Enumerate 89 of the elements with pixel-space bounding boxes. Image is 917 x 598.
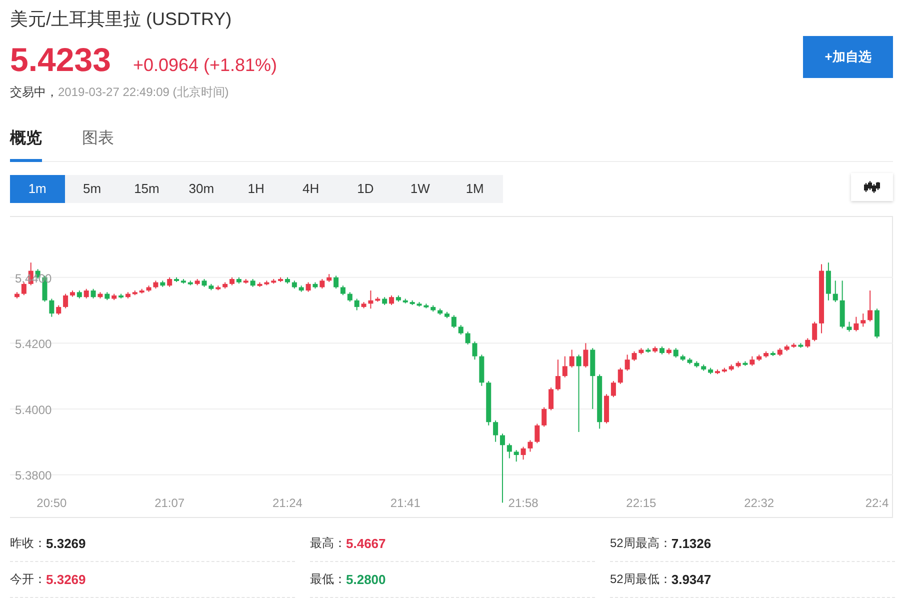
candlestick [21, 282, 26, 296]
candlestick [320, 278, 325, 290]
pair-title: 美元/土耳其里拉 (USDTRY) [10, 8, 233, 31]
stat-label: 今开： [10, 571, 46, 588]
price-change: +0.0964 (+1.81%) [132, 55, 278, 76]
candlestick [520, 446, 526, 460]
candlestick [624, 354, 630, 372]
candlestick [868, 290, 873, 322]
candlestick [334, 275, 339, 290]
candlestick [826, 262, 831, 301]
x-axis-label: 22:15 [626, 496, 656, 510]
candlestick [389, 294, 394, 306]
x-axis-label: 21:07 [154, 496, 185, 510]
candlestick [854, 316, 859, 332]
x-axis-label: 22:4 [865, 496, 889, 510]
candlestick [458, 324, 464, 336]
candlestick [84, 288, 89, 299]
candlestick [860, 313, 866, 328]
candlestick [167, 276, 172, 288]
x-axis-label: 20:50 [36, 496, 67, 510]
x-axis-label: 21:41 [390, 496, 420, 510]
stat-value: 7.1326 [671, 536, 712, 551]
candlestick [340, 285, 346, 296]
candlestick [569, 349, 574, 368]
candlestick-icon [864, 181, 880, 193]
candlestick [618, 367, 623, 384]
x-axis-label: 21:24 [272, 496, 302, 510]
y-axis-label: 5.3800 [15, 468, 52, 483]
candlestick [63, 293, 68, 309]
period-tab[interactable]: 30m [174, 175, 229, 203]
period-tab[interactable]: 15m [119, 175, 174, 203]
candlestick [805, 338, 810, 348]
add-watchlist-button[interactable]: +加自选 [803, 36, 893, 78]
candlestick [542, 406, 547, 428]
price: 5.4233 [10, 42, 111, 78]
candlestick [750, 356, 755, 366]
stat-label: 最高： [310, 535, 346, 552]
candlestick [493, 420, 498, 442]
period-tab[interactable]: 1W [392, 175, 448, 203]
candlestick [56, 304, 62, 316]
candlestick [632, 350, 637, 362]
period-tab[interactable]: 1D [338, 175, 393, 203]
candlestick [576, 354, 582, 432]
stat-value: 3.9347 [671, 572, 712, 587]
candlestick [846, 321, 852, 332]
candlestick [514, 450, 519, 462]
candlestick [528, 440, 533, 452]
candlestick [500, 433, 505, 504]
period-tab[interactable]: 1H [228, 175, 284, 203]
candlestick [368, 290, 374, 310]
tab[interactable]: 概览 [10, 128, 42, 162]
candlestick [472, 341, 478, 360]
candlestick [548, 387, 554, 411]
tab[interactable]: 图表 [82, 128, 114, 162]
candlestick [583, 342, 588, 368]
stat-value: 5.4667 [346, 536, 386, 551]
stat-label: 52周最低： [610, 571, 672, 588]
candlestick [562, 356, 568, 378]
period-tab[interactable]: 5m [64, 175, 120, 203]
candlestick [506, 442, 512, 459]
trading-status: 交易中， [10, 85, 58, 99]
candlestick [49, 298, 54, 318]
x-axis-label: 22:32 [744, 496, 774, 510]
candlestick [451, 314, 456, 329]
x-axis-label: 21:58 [508, 496, 538, 510]
period-tab[interactable]: 4H [283, 175, 338, 203]
y-axis-label: 5.4000 [15, 402, 52, 417]
candlestick [812, 321, 818, 342]
candlestick [465, 331, 470, 345]
timestamp: 2019-03-27 22:49:09 (北京时间) [58, 85, 229, 99]
candlestick-chart-button[interactable] [851, 173, 893, 201]
candlestick [673, 348, 678, 358]
stat-label: 52周最高： [610, 535, 672, 552]
candlestick [832, 280, 838, 303]
y-axis-label: 5.4200 [15, 337, 52, 352]
stat-value: 5.2800 [346, 572, 386, 587]
period-tab[interactable]: 1M [448, 175, 502, 203]
stat-value: 5.3269 [46, 536, 86, 551]
candlestick [90, 288, 96, 299]
period-tab[interactable]: 1m [10, 175, 65, 203]
candlestick [555, 359, 560, 392]
candlestick [347, 292, 352, 302]
candlestick [610, 380, 616, 398]
stat-value: 5.3269 [46, 572, 86, 587]
stat-label: 最低： [310, 571, 346, 588]
candlestick [306, 282, 311, 292]
candlestick [534, 423, 540, 444]
stat-label: 昨收： [10, 535, 46, 552]
candlestick [354, 298, 360, 311]
